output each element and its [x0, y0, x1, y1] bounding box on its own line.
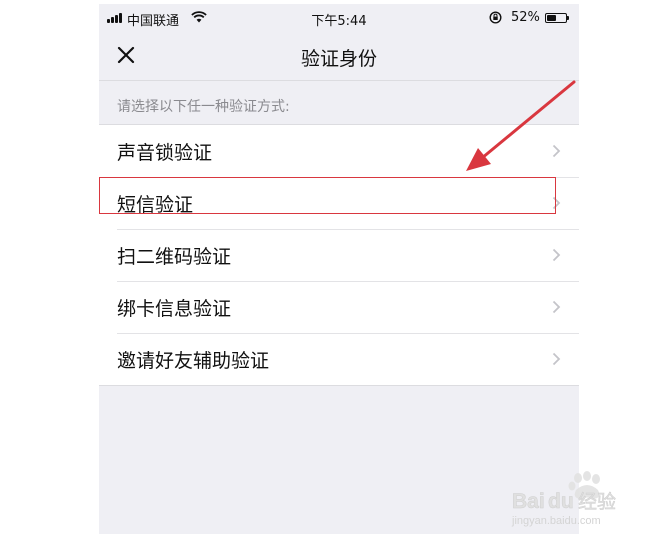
rotation-lock-icon: [489, 11, 502, 24]
battery-percent: 52%: [511, 10, 540, 25]
option-voice-lock[interactable]: 声音锁验证: [99, 125, 579, 177]
chevron-right-icon: [552, 352, 561, 366]
option-bank-card[interactable]: 绑卡信息验证: [99, 281, 579, 333]
battery-icon: [545, 13, 569, 23]
option-label: 绑卡信息验证: [117, 298, 232, 320]
navigation-bar: 验证身份: [99, 30, 579, 80]
chevron-right-icon: [552, 248, 561, 262]
option-label: 邀请好友辅助验证: [117, 350, 270, 372]
option-invite-friend[interactable]: 邀请好友辅助验证: [99, 333, 579, 385]
status-time: 下午5:44: [311, 14, 367, 29]
nav-divider: [99, 80, 579, 81]
chevron-right-icon: [552, 144, 561, 158]
battery-level: [547, 15, 556, 21]
screenshot-canvas: 中国联通 下午5:44 52% 验证身份 请选择以下任一种验证方式: 声音锁验证…: [0, 0, 667, 534]
verification-option-list: 声音锁验证 短信验证 扫二维码验证 绑卡信息验证 邀请好友辅助验证: [99, 124, 579, 386]
phone-screen: 中国联通 下午5:44 52% 验证身份 请选择以下任一种验证方式: 声音锁验证…: [99, 4, 579, 534]
chevron-right-icon: [552, 196, 561, 210]
section-hint: 请选择以下任一种验证方式:: [117, 99, 290, 115]
option-label: 短信验证: [117, 194, 194, 216]
chevron-right-icon: [552, 300, 561, 314]
page-title: 验证身份: [300, 48, 377, 70]
svg-text:经验: 经验: [578, 491, 616, 513]
option-label: 声音锁验证: [117, 142, 213, 164]
status-bar: 中国联通 下午5:44 52%: [99, 4, 579, 30]
option-qr-code[interactable]: 扫二维码验证: [99, 229, 579, 281]
option-label: 扫二维码验证: [117, 246, 232, 268]
option-sms[interactable]: 短信验证: [99, 177, 579, 229]
